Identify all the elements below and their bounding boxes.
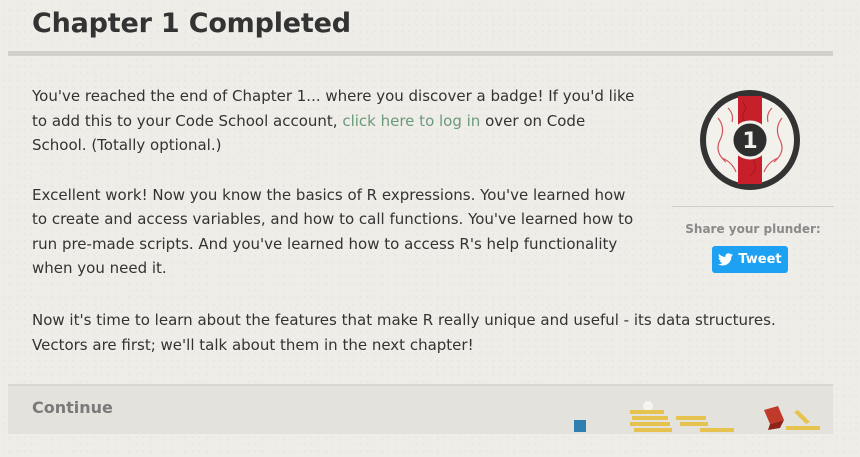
- header-divider: [8, 51, 833, 56]
- paragraph-badge: You've reached the end of Chapter 1... w…: [32, 84, 644, 158]
- treasure-decoration: [574, 401, 820, 432]
- page-title: Chapter 1 Completed: [32, 8, 351, 39]
- continue-label: Continue: [32, 398, 113, 417]
- tweet-button[interactable]: Tweet: [712, 246, 788, 273]
- chapter-summary: You've reached the end of Chapter 1... w…: [32, 84, 644, 306]
- badge-number: 1: [742, 129, 757, 154]
- share-label: Share your plunder:: [685, 222, 821, 236]
- twitter-bird-icon: [718, 253, 734, 266]
- login-link[interactable]: click here to log in: [342, 112, 480, 130]
- sidebar-divider: [672, 206, 834, 207]
- tweet-label: Tweet: [738, 252, 782, 267]
- chapter-header: Chapter 1 Completed: [0, 0, 860, 56]
- chapter-badge-icon: 1: [700, 90, 800, 190]
- paragraph-summary: Excellent work! Now you know the basics …: [32, 185, 634, 278]
- paragraph-next-chapter: Now it's time to learn about the feature…: [32, 311, 776, 354]
